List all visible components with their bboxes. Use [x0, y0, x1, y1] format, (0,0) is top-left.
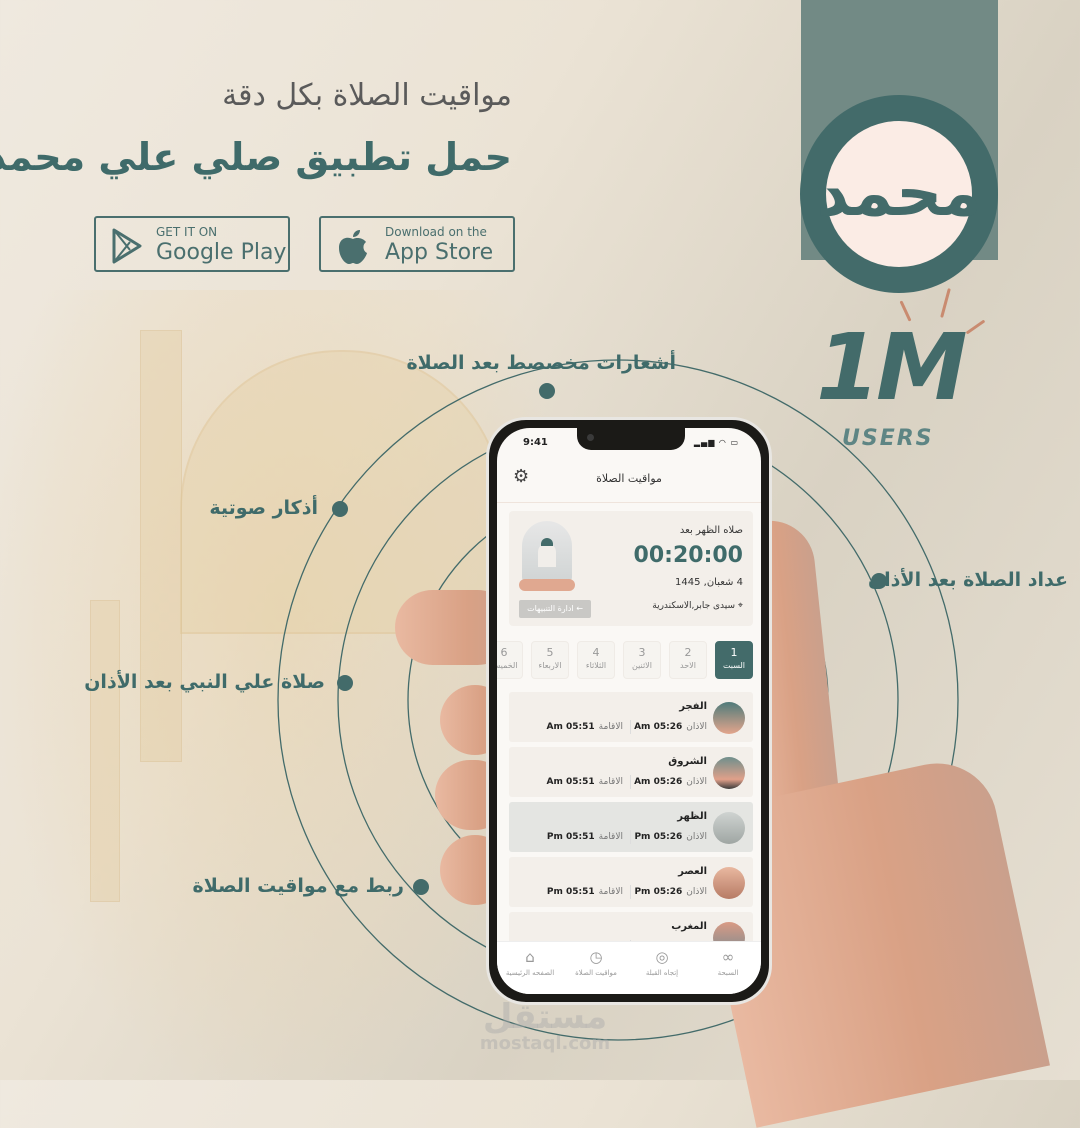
watermark-arabic: مستقل — [482, 997, 608, 1037]
calligraphy-text: محمد — [816, 157, 982, 231]
snow-globe-mosque-illustration — [519, 521, 575, 591]
google-play-big: Google Play — [156, 240, 287, 265]
prayer-list: الفجر الاذان05:26 Am الاقامة05:51 Am الش… — [509, 692, 753, 967]
prayer-row-active[interactable]: الظهر الاذان05:26 Pm الاقامة05:51 Pm — [509, 802, 753, 852]
prayer-row[interactable]: الشروق الاذان05:26 Am الاقامة05:51 Am — [509, 747, 753, 797]
divider — [630, 830, 631, 844]
prayer-name: الشروق — [668, 756, 707, 767]
calligraphy-medallion: محمد — [816, 121, 982, 267]
feature-audio-adhkar: أذكار صوتية — [209, 497, 318, 519]
signal-icon: ▂▄▆ — [693, 438, 716, 447]
users-count: 1M — [816, 314, 968, 421]
battery-icon: ▭ — [730, 438, 739, 447]
camera-icon — [587, 434, 594, 441]
feature-salawat: صلاة علي النبي بعد الأذان — [84, 671, 325, 693]
feature-counter: عداد الصلاة بعد الأذان — [867, 569, 1068, 591]
day-tab[interactable]: 2 الاحد — [669, 641, 707, 679]
apple-icon — [339, 230, 367, 264]
iqama-time: الاقامة05:51 Am — [546, 722, 623, 732]
app-store-button[interactable]: Download on the App Store — [319, 216, 515, 272]
day-tab[interactable]: 3 الاثنين — [623, 641, 661, 679]
feature-dot — [337, 675, 353, 691]
tasbih-icon: ∞ — [721, 948, 735, 966]
adhan-time: الاذان05:26 Pm — [634, 887, 707, 897]
divider — [630, 775, 631, 789]
app-store-big: App Store — [385, 240, 494, 265]
users-label: USERS — [842, 426, 934, 451]
tab-tasbih[interactable]: ∞ السبحة — [695, 948, 761, 977]
day-tab[interactable]: 1 السبت — [715, 641, 753, 679]
next-prayer-label: صلاه الظهر بعد — [679, 525, 743, 536]
phone-notch — [577, 428, 685, 450]
app-bar-title: مواقيت الصلاة — [596, 472, 662, 485]
feature-dot — [413, 879, 429, 895]
compass-icon: ◎ — [655, 948, 669, 966]
feature-notifications: أشعارات مخصصط بعد الصلاة — [406, 352, 676, 374]
status-icons: ▂▄▆ ◠ ▭ — [694, 438, 739, 447]
day-selector: 1 السبت 2 الاحد 3 الاثنين 4 الثلاثاء 5 الاربع… — [497, 641, 753, 681]
status-time: 9:41 — [523, 437, 548, 448]
prayer-name: العصر — [678, 866, 707, 877]
phone-mockup: 9:41 ▂▄▆ ◠ ▭ ⚙ مواقيت الصلاة ← ادارة الت… — [486, 417, 772, 1005]
iqama-time: الاقامة05:51 Pm — [546, 832, 623, 842]
watermark: مستقل mostaql.com — [470, 1000, 620, 1054]
adhan-time: الاذان05:26 Am — [634, 722, 707, 732]
feature-dot — [539, 383, 555, 399]
adhan-time: الاذان05:26 Am — [634, 777, 707, 787]
promo-title: حمل تطبيق صلي علي محمد — [0, 135, 512, 179]
location-pin-icon: ⌖ — [737, 601, 743, 611]
google-play-small: GET IT ON — [156, 225, 218, 239]
prayer-row[interactable]: الفجر الاذان05:26 Am الاقامة05:51 Am — [509, 692, 753, 742]
day-tab[interactable]: 4 الثلاثاء — [577, 641, 615, 679]
divider — [630, 885, 631, 899]
next-prayer-card: ← ادارة التنبيهات صلاه الظهر بعد 00:20:0… — [509, 511, 753, 626]
app-store-small: Download on the — [385, 225, 487, 239]
divider — [630, 720, 631, 734]
feature-prayer-sync: ربط مع مواقيت الصلاة — [192, 875, 404, 897]
hijri-date: 4 شعبان, 1445 — [675, 577, 743, 588]
day-tab[interactable]: 6الخميس — [497, 641, 523, 679]
phone-screen: 9:41 ▂▄▆ ◠ ▭ ⚙ مواقيت الصلاة ← ادارة الت… — [497, 428, 761, 994]
prayer-name: المغرب — [671, 921, 707, 932]
prayer-name: الظهر — [677, 811, 707, 822]
tab-prayer-times[interactable]: ◷ مواقيت الصلاة — [563, 948, 629, 977]
day-tab[interactable]: 5 الاربعاء — [531, 641, 569, 679]
feature-dot — [332, 501, 348, 517]
home-icon: ⌂ — [525, 948, 535, 966]
feature-dot — [871, 573, 887, 589]
watermark-url: mostaql.com — [479, 1033, 611, 1054]
google-play-button[interactable]: GET IT ON Google Play — [94, 216, 290, 272]
google-play-icon — [112, 228, 142, 264]
adhan-time: الاذان05:26 Pm — [634, 832, 707, 842]
prayer-thumbnail — [713, 867, 745, 899]
prayer-row[interactable]: العصر الاذان05:26 Pm الاقامة05:51 Pm — [509, 857, 753, 907]
bottom-tab-bar: ⌂ الصفحه الرئيسية ◷ مواقيت الصلاة ◎ إتجاه ا… — [497, 941, 761, 994]
prayer-thumbnail — [713, 812, 745, 844]
prayer-thumbnail — [713, 757, 745, 789]
wifi-icon: ◠ — [718, 438, 727, 447]
iqama-time: الاقامة05:51 Am — [546, 777, 623, 787]
countdown-timer: 00:20:00 — [633, 543, 743, 568]
iqama-time: الاقامة05:51 Pm — [546, 887, 623, 897]
tab-qibla[interactable]: ◎ إتجاه القبلة — [629, 948, 695, 977]
app-bar: ⚙ مواقيت الصلاة — [497, 458, 761, 503]
prayer-thumbnail — [713, 702, 745, 734]
location: ⌖ سيدى جابر,الاسكندرية — [652, 601, 743, 611]
tab-home[interactable]: ⌂ الصفحه الرئيسية — [497, 948, 563, 977]
location-text: سيدى جابر,الاسكندرية — [652, 601, 736, 611]
clock-icon: ◷ — [589, 948, 603, 966]
manage-notifications-button[interactable]: ← ادارة التنبيهات — [519, 600, 591, 618]
prayer-name: الفجر — [679, 701, 707, 712]
promo-subtitle: مواقيت الصلاة بكل دقة — [222, 78, 512, 113]
